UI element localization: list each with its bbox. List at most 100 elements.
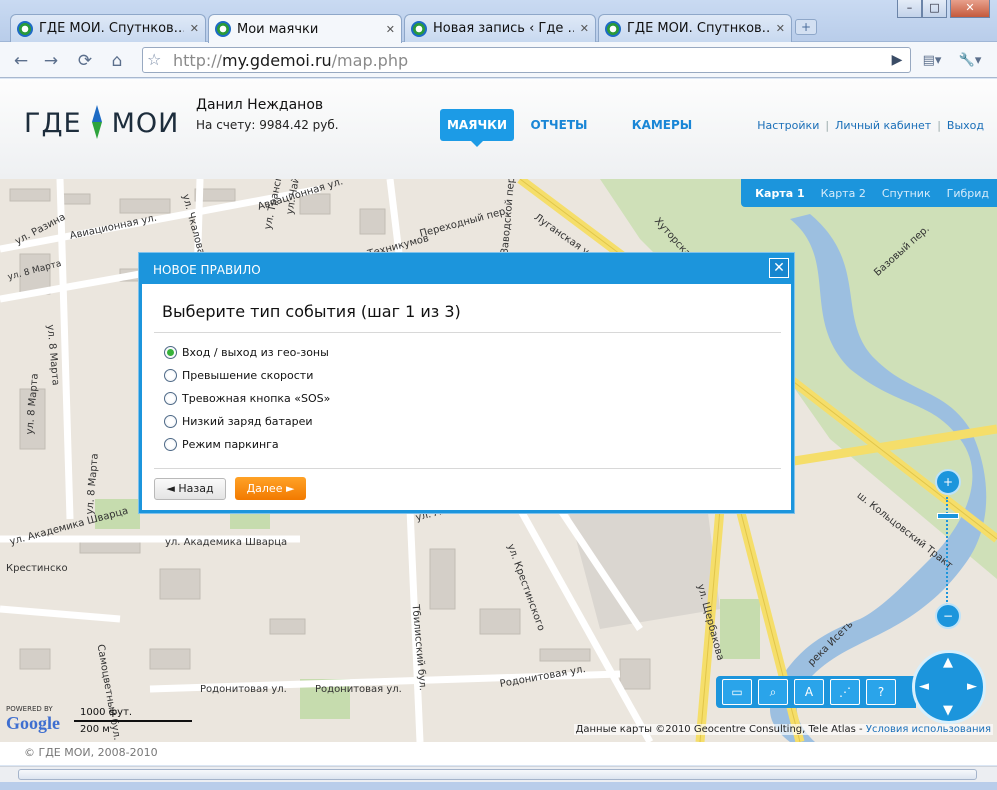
personal-cabinet-link[interactable]: Личный кабинет [835, 119, 931, 132]
google-logo[interactable]: POWERED BY Google [6, 705, 60, 734]
terms-of-use-link[interactable]: Условия использования [866, 724, 991, 735]
next-button[interactable]: Далее ► [235, 477, 306, 500]
zoom-in-icon[interactable]: + [935, 469, 961, 495]
browser-tab[interactable]: ГДЕ МОИ. Спутнков… ✕ [10, 14, 206, 42]
bookmark-star-icon[interactable]: ☆ [147, 50, 161, 69]
map-copyright: Данные карты ©2010 Geocentre Consulting,… [573, 724, 993, 735]
event-type-option[interactable]: Вход / выход из гео-зоны [164, 346, 329, 359]
page-menu-icon[interactable]: ▤▾ [918, 50, 946, 72]
forward-arrow-icon[interactable]: → [40, 50, 62, 72]
street-label: Родонитовая ул. [200, 684, 287, 695]
track-points-icon[interactable]: ⋰ [830, 679, 860, 705]
tab-title: ГДЕ МОИ. Спутнков… [39, 21, 184, 36]
street-label: ул. Академика Шварца [165, 537, 288, 548]
maximize-button[interactable]: □ [922, 0, 947, 18]
browser-tab[interactable]: Новая запись ‹ Где … ✕ [404, 14, 596, 42]
event-type-option[interactable]: Режим паркинга [164, 438, 279, 451]
radio-button[interactable] [164, 392, 177, 405]
link-separator: | [825, 119, 830, 132]
map-type-satellite[interactable]: Спутник [874, 187, 939, 200]
pan-right-icon[interactable]: ► [967, 679, 977, 694]
site-footer: © ГДЕ МОИ, 2008-2010 [0, 742, 997, 765]
new-tab-button[interactable]: + [795, 19, 817, 35]
map-type-map2[interactable]: Карта 2 [813, 187, 874, 200]
reload-icon[interactable]: ⟳ [74, 50, 96, 72]
radio-button[interactable] [164, 415, 177, 428]
dialog-header: НОВОЕ ПРАВИЛО ✕ [142, 256, 791, 284]
divider [154, 332, 781, 333]
site-favicon-icon [411, 20, 427, 37]
street-label: Родонитовая ул. [315, 684, 402, 695]
logo-text-right: МОИ [111, 107, 180, 139]
street-label: Крестинско [6, 563, 68, 574]
tab-title: Новая запись ‹ Где … [433, 21, 574, 36]
tab-title: Мои маячки [237, 21, 319, 37]
site-header: ГДЕ МОИ Данил Нежданов На счету: 9984.42… [0, 79, 997, 179]
pan-control[interactable]: ▲ ▼ ◄ ► [912, 650, 986, 724]
browser-tab[interactable]: ГДЕ МОИ. Спутнков… ✕ [598, 14, 792, 42]
radio-button[interactable] [164, 369, 177, 382]
step-title: Выберите тип события (шаг 1 из 3) [162, 302, 461, 321]
tab-title: ГДЕ МОИ. Спутнков… [627, 21, 770, 36]
radio-button[interactable] [164, 346, 177, 359]
pan-left-icon[interactable]: ◄ [919, 679, 929, 694]
horizontal-scrollbar[interactable] [0, 766, 997, 782]
address-url[interactable]: http://my.gdemoi.ru/map.php [173, 51, 408, 70]
footer-copyright: © ГДЕ МОИ, 2008-2010 [24, 746, 158, 759]
nav-tab-reports[interactable]: ОТЧЕТЫ [524, 109, 594, 141]
new-rule-dialog: НОВОЕ ПРАВИЛО ✕ Выберите тип события (ша… [139, 253, 794, 513]
site-logo[interactable]: ГДЕ МОИ [24, 103, 179, 143]
search-address-icon[interactable]: A [794, 679, 824, 705]
dialog-title: НОВОЕ ПРАВИЛО [153, 263, 261, 277]
site-favicon-icon [605, 20, 621, 37]
tab-close-icon[interactable]: ✕ [776, 22, 785, 35]
map-type-switcher: Карта 1 Карта 2 Спутник Гибрид [741, 179, 997, 207]
event-type-option[interactable]: Превышение скорости [164, 369, 313, 382]
user-name: Данил Нежданов [196, 97, 324, 113]
help-icon[interactable]: ? [866, 679, 896, 705]
go-arrow-icon[interactable]: ▶ [883, 47, 911, 73]
address-bar[interactable]: ☆ http://my.gdemoi.ru/map.php ▶ [142, 47, 911, 73]
nav-tab-beacons[interactable]: МАЯЧКИ [440, 109, 514, 147]
zoom-slider-handle[interactable] [937, 513, 959, 519]
tab-close-icon[interactable]: ✕ [190, 22, 199, 35]
map-scale: 1000 фут. 200 м [74, 707, 194, 737]
browser-toolbar: ← → ⟳ ⌂ ☆ http://my.gdemoi.ru/map.php ▶ … [0, 42, 997, 78]
ruler-icon[interactable]: ▭ [722, 679, 752, 705]
map-type-hybrid[interactable]: Гибрид [939, 187, 997, 200]
link-separator: | [937, 119, 941, 132]
pan-down-icon[interactable]: ▼ [943, 703, 953, 718]
radio-button[interactable] [164, 438, 177, 451]
tab-close-icon[interactable]: ✕ [580, 22, 589, 35]
site-favicon-icon [215, 21, 231, 37]
back-arrow-icon[interactable]: ← [10, 50, 32, 72]
tab-close-icon[interactable]: ✕ [386, 23, 395, 36]
scrollbar-thumb[interactable] [18, 769, 977, 780]
logout-link[interactable]: Выход [947, 119, 984, 132]
settings-link[interactable]: Настройки [757, 119, 819, 132]
window-close-button[interactable]: ✕ [950, 0, 990, 18]
compass-logo-icon [83, 103, 111, 143]
home-icon[interactable]: ⌂ [106, 50, 128, 72]
zoom-control: + − [935, 469, 961, 633]
account-balance: На счету: 9984.42 руб. [196, 118, 339, 132]
minimize-button[interactable]: – [897, 0, 922, 18]
back-button[interactable]: ◄ Назад [154, 478, 226, 500]
logo-text-left: ГДЕ [24, 107, 82, 139]
map-tools: ▭ ⌕ A ⋰ ? [716, 676, 916, 708]
map-type-map1[interactable]: Карта 1 [747, 187, 813, 200]
site-favicon-icon [17, 20, 33, 37]
browser-tab-active[interactable]: Мои маячки ✕ [208, 14, 402, 43]
nav-tab-cameras[interactable]: КАМЕРЫ [626, 109, 698, 141]
divider [154, 468, 781, 469]
browser-titlebar: ГДЕ МОИ. Спутнков… ✕ Мои маячки ✕ Новая … [0, 0, 997, 43]
zoom-area-icon[interactable]: ⌕ [758, 679, 788, 705]
zoom-out-icon[interactable]: − [935, 603, 961, 629]
event-type-option[interactable]: Тревожная кнопка «SOS» [164, 392, 330, 405]
top-links: Настройки | Личный кабинет | Выход [757, 119, 984, 132]
event-type-option[interactable]: Низкий заряд батареи [164, 415, 313, 428]
window-frame-bottom [0, 782, 997, 790]
close-icon[interactable]: ✕ [769, 258, 789, 278]
wrench-menu-icon[interactable]: 🔧▾ [954, 50, 986, 72]
pan-up-icon[interactable]: ▲ [943, 655, 953, 670]
